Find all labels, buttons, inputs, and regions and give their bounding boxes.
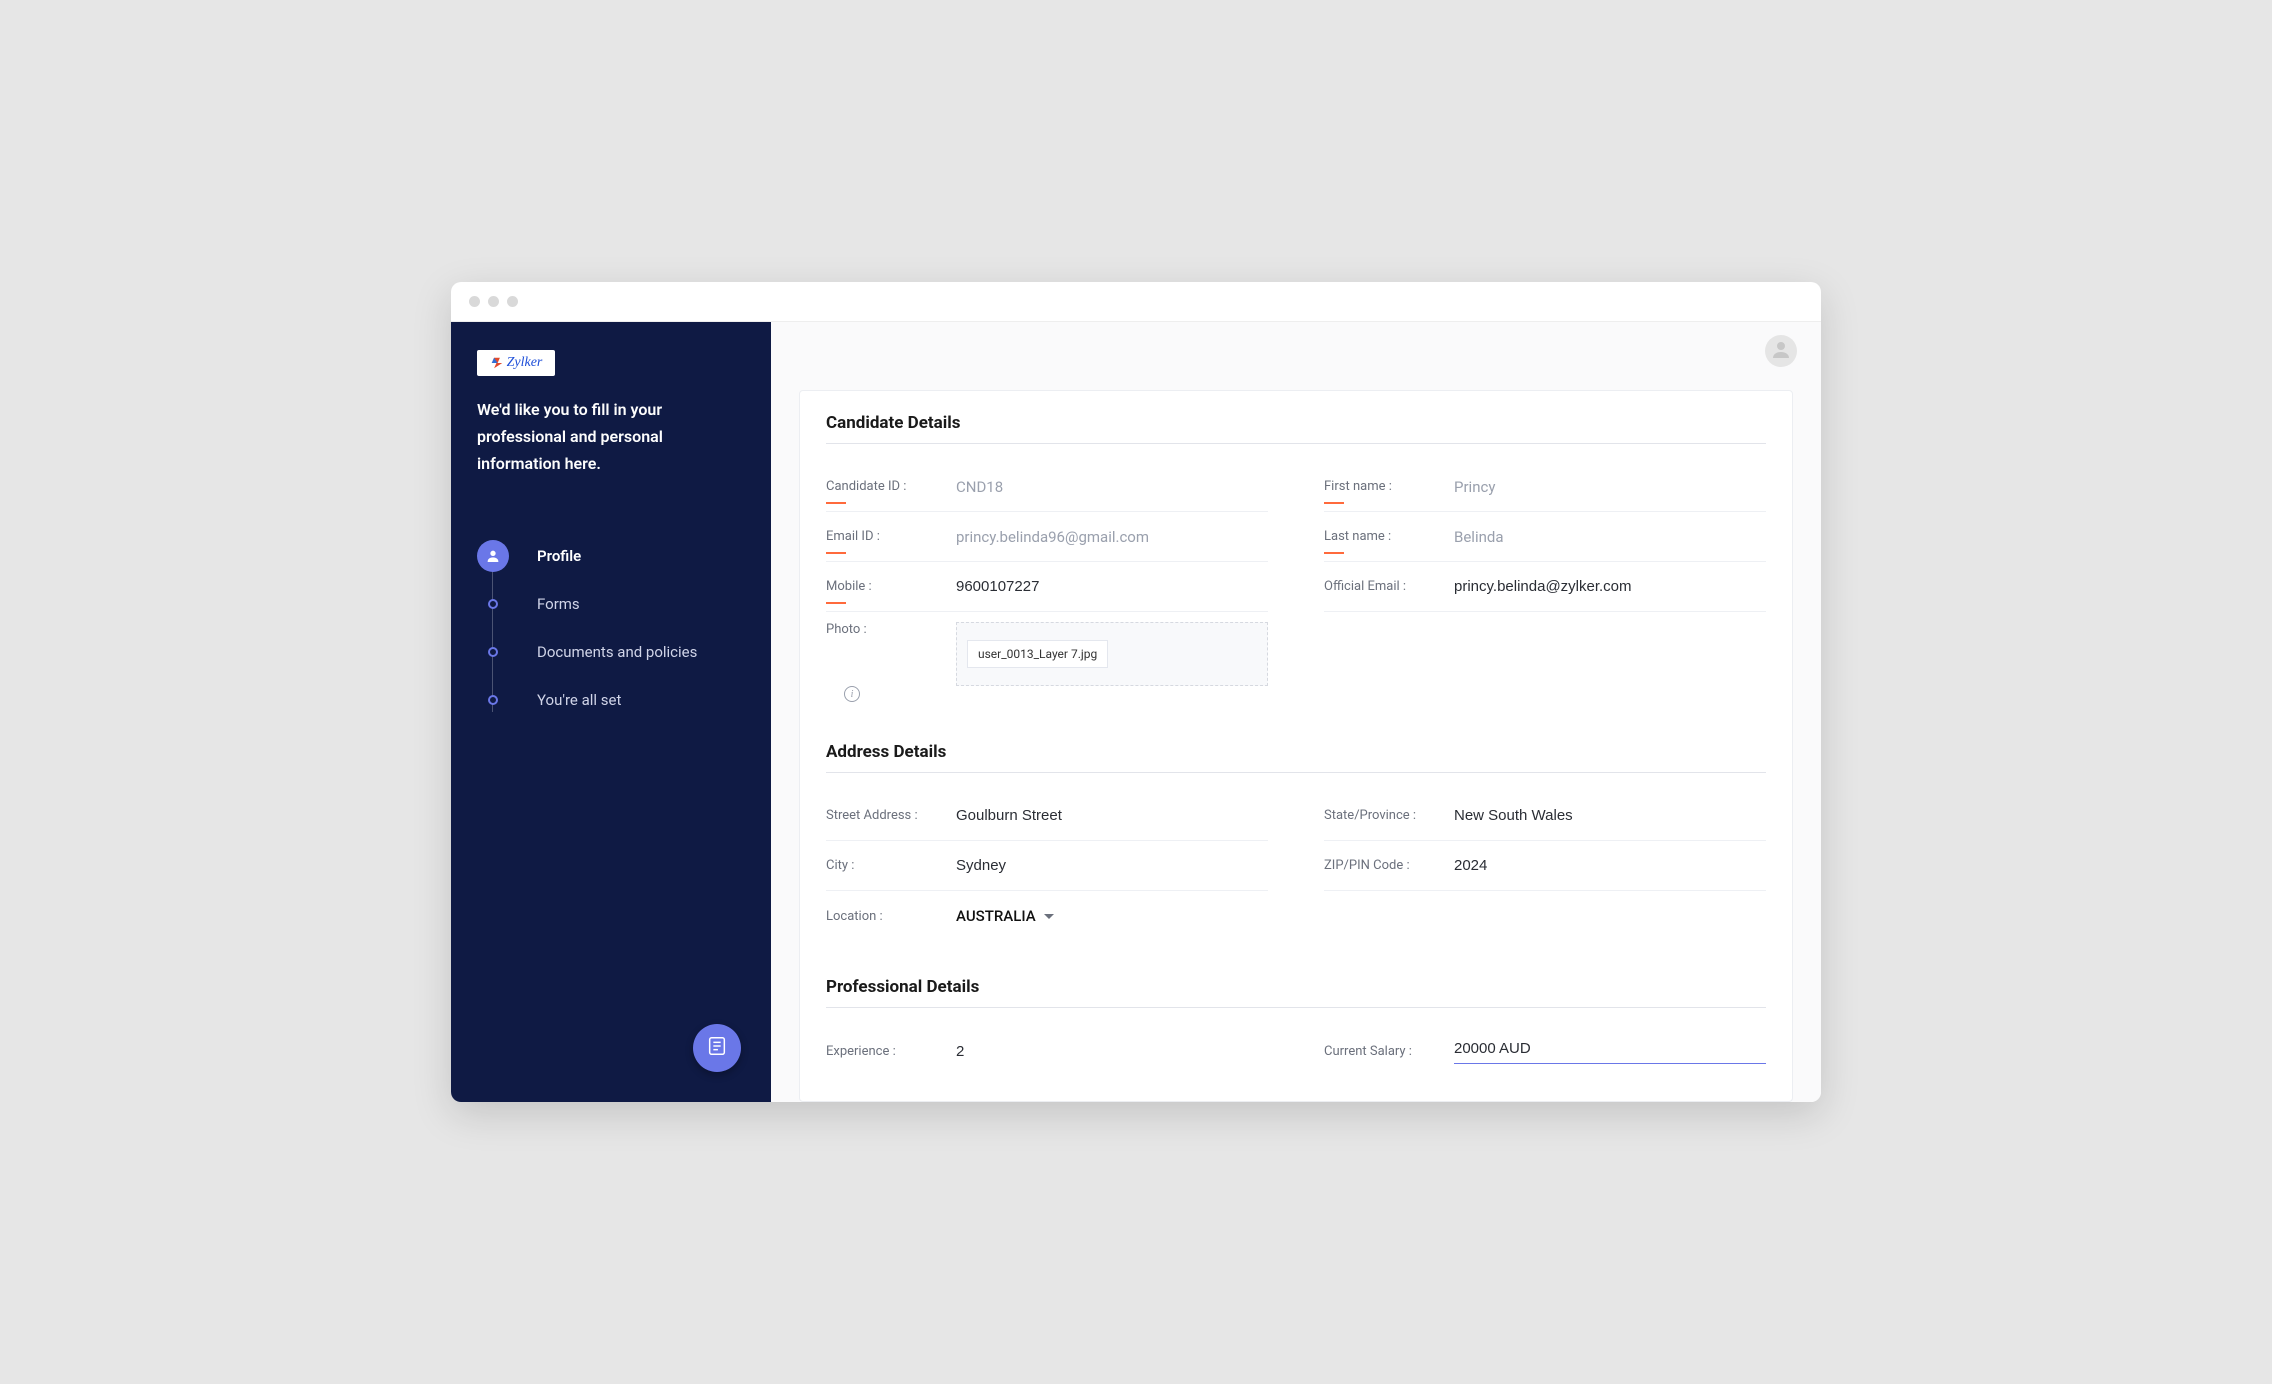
step-all-set[interactable]: You're all set: [477, 676, 745, 724]
location-select[interactable]: AUSTRALIA: [956, 907, 1268, 925]
field-photo: Photo : user_0013_Layer 7.jpg i: [826, 612, 1268, 706]
field-label: Photo :: [826, 622, 956, 637]
step-label: Profile: [537, 547, 581, 565]
field-label: Location :: [826, 909, 956, 924]
state-input[interactable]: [1454, 805, 1766, 826]
step-label: Forms: [537, 595, 580, 613]
field-label: Last name :: [1324, 529, 1454, 544]
first-name-value: Princy: [1454, 478, 1766, 496]
step-dot-icon: [488, 695, 498, 705]
field-label: Email ID :: [826, 529, 956, 544]
brand-logo[interactable]: Zylker: [477, 350, 555, 376]
field-official-email: Official Email :: [1324, 562, 1766, 612]
field-state: State/Province :: [1324, 791, 1766, 841]
step-dot-icon: [488, 647, 498, 657]
field-email-id: Email ID : princy.belinda96@gmail.com: [826, 512, 1268, 562]
info-icon[interactable]: i: [844, 686, 860, 702]
step-label: Documents and policies: [537, 643, 697, 661]
field-last-name: Last name : Belinda: [1324, 512, 1766, 562]
field-current-salary: Current Salary :: [1324, 1026, 1766, 1076]
field-zip: ZIP/PIN Code :: [1324, 841, 1766, 891]
field-candidate-id: Candidate ID : CND18: [826, 462, 1268, 512]
field-label: Mobile :: [826, 579, 956, 594]
field-label: Experience :: [826, 1044, 956, 1059]
step-dot-icon: [488, 599, 498, 609]
step-label: You're all set: [537, 691, 621, 709]
section-title-address: Address Details: [826, 732, 1766, 773]
field-label: Official Email :: [1324, 579, 1454, 594]
field-label: ZIP/PIN Code :: [1324, 858, 1454, 873]
empty-cell: [1324, 891, 1766, 941]
email-id-value: princy.belinda96@gmail.com: [956, 528, 1268, 546]
field-label: State/Province :: [1324, 808, 1454, 823]
field-street-address: Street Address :: [826, 791, 1268, 841]
salary-input[interactable]: [1454, 1038, 1766, 1064]
step-profile[interactable]: Profile: [477, 532, 745, 580]
window-maximize-icon[interactable]: [507, 296, 518, 307]
field-mobile: Mobile :: [826, 562, 1268, 612]
steps-nav: Profile Forms Documents and policies You…: [477, 532, 745, 724]
field-label: First name :: [1324, 479, 1454, 494]
empty-cell: [1324, 612, 1766, 706]
brand-logo-icon: [490, 356, 504, 370]
user-avatar[interactable]: [1765, 335, 1797, 367]
step-forms[interactable]: Forms: [477, 580, 745, 628]
city-input[interactable]: [956, 855, 1268, 876]
field-first-name: First name : Princy: [1324, 462, 1766, 512]
person-icon: [477, 540, 509, 572]
window-titlebar: [451, 282, 1821, 322]
step-documents[interactable]: Documents and policies: [477, 628, 745, 676]
window-close-icon[interactable]: [469, 296, 480, 307]
last-name-value: Belinda: [1454, 528, 1766, 546]
form-panel: Candidate Details Candidate ID : CND18 F…: [799, 390, 1793, 1102]
section-title-professional: Professional Details: [826, 967, 1766, 1008]
candidate-id-value: CND18: [956, 478, 1268, 496]
field-label: Candidate ID :: [826, 479, 956, 494]
field-location: Location : AUSTRALIA: [826, 891, 1268, 941]
sidebar-intro: We'd like you to fill in your profession…: [477, 396, 745, 478]
section-title-candidate: Candidate Details: [826, 403, 1766, 444]
field-label: Street Address :: [826, 808, 956, 823]
field-label: City :: [826, 858, 956, 873]
photo-upload-area[interactable]: user_0013_Layer 7.jpg: [956, 622, 1268, 686]
address-grid: Street Address : State/Province : City :…: [826, 791, 1766, 941]
candidate-grid: Candidate ID : CND18 First name : Princy…: [826, 462, 1766, 706]
avatar-icon: [1769, 337, 1793, 365]
experience-input[interactable]: [956, 1041, 1268, 1062]
field-city: City :: [826, 841, 1268, 891]
window-minimize-icon[interactable]: [488, 296, 499, 307]
checklist-fab-button[interactable]: [693, 1024, 741, 1072]
sidebar: Zylker We'd like you to fill in your pro…: [451, 322, 771, 1102]
app-window: Zylker We'd like you to fill in your pro…: [451, 282, 1821, 1102]
location-value: AUSTRALIA: [956, 907, 1036, 925]
main-area: Candidate Details Candidate ID : CND18 F…: [771, 322, 1821, 1102]
street-input[interactable]: [956, 805, 1268, 826]
content-area: Zylker We'd like you to fill in your pro…: [451, 322, 1821, 1102]
chevron-down-icon: [1044, 914, 1054, 919]
official-email-input[interactable]: [1454, 576, 1766, 597]
brand-name: Zylker: [507, 355, 543, 371]
field-experience: Experience :: [826, 1026, 1268, 1076]
checklist-icon: [706, 1035, 728, 1061]
mobile-input[interactable]: [956, 576, 1268, 597]
field-label: Current Salary :: [1324, 1044, 1454, 1059]
topbar: [771, 322, 1821, 380]
photo-file-chip[interactable]: user_0013_Layer 7.jpg: [967, 640, 1108, 668]
zip-input[interactable]: [1454, 855, 1766, 876]
professional-grid: Experience : Current Salary :: [826, 1026, 1766, 1076]
